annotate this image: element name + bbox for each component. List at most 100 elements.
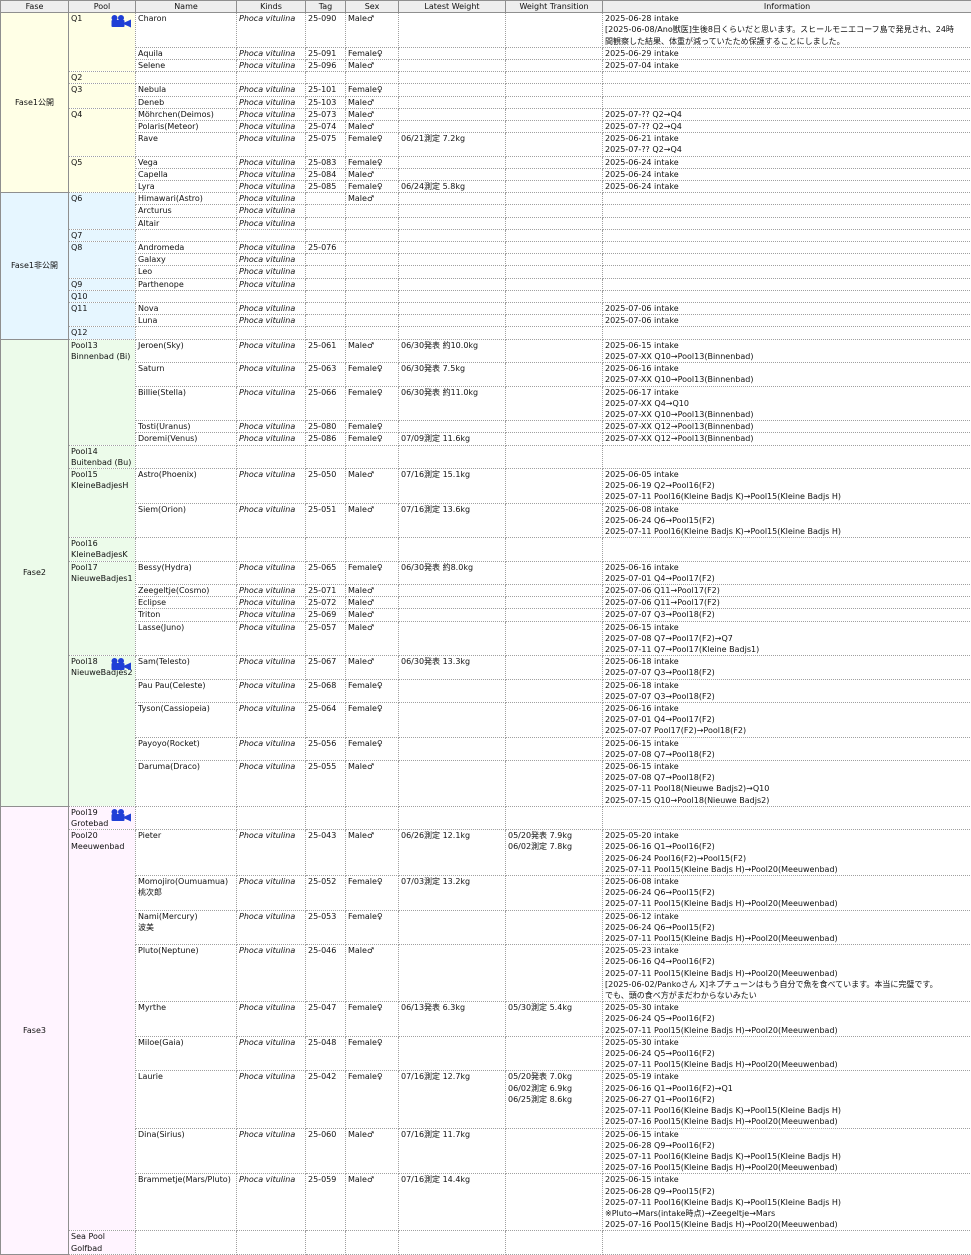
text-line — [605, 218, 969, 229]
tag-cell: 25-042 — [306, 1071, 346, 1128]
latest-weight-cell: 07/16測定 12.7kg — [399, 1071, 506, 1128]
sex-cell: Female♀ — [346, 702, 399, 737]
table-row: Q3NebulaPhoca vitulina25-101Female♀ — [1, 84, 971, 96]
table-row: Doremi(Venus)Phoca vitulina25-086Female♀… — [1, 433, 971, 445]
text-line: Eclipse — [138, 597, 234, 608]
sex-cell: Male♂ — [346, 60, 399, 72]
sex-cell: Female♀ — [346, 679, 399, 702]
latest-weight-cell — [399, 327, 506, 339]
video-camera-icon[interactable] — [110, 14, 132, 28]
fase-cell: Fase1非公開 — [1, 193, 69, 339]
text-line — [605, 84, 969, 95]
sex-cell: Female♀ — [346, 1036, 399, 1071]
weight-transition-cell — [506, 290, 603, 302]
text-line: 2025-07-11 Pool16(Kleine Badjs K)→Pool15… — [605, 1151, 969, 1162]
text-line: Daruma(Draco) — [138, 761, 234, 772]
weight-transition-cell — [506, 386, 603, 421]
text-line: 2025-07-11 Pool15(Kleine Badjs H)→Pool20… — [605, 1059, 969, 1070]
weight-transition-cell: 05/30測定 5.4kg — [506, 1002, 603, 1037]
text-line: Pool15 — [71, 469, 133, 480]
name-cell: Saturn — [136, 363, 237, 386]
text-line: Sea Pool — [71, 1231, 133, 1242]
tag-cell: 25-064 — [306, 702, 346, 737]
text-line: 2025-07-XX Q10→Pool13(Binnenbad) — [605, 351, 969, 362]
latest-weight-cell — [399, 229, 506, 241]
sex-cell: Male♂ — [346, 621, 399, 656]
latest-weight-cell: 06/26測定 12.1kg — [399, 830, 506, 876]
text-line: Lasse(Juno) — [138, 622, 234, 633]
sex-cell — [346, 242, 399, 254]
weight-transition-cell — [506, 421, 603, 433]
name-cell: Pau Pau(Celeste) — [136, 679, 237, 702]
column-header: Kinds — [237, 1, 306, 13]
tag-cell: 25-083 — [306, 156, 346, 168]
text-line — [605, 818, 969, 829]
table-row: TritonPhoca vitulina25-069Male♂ 2025-07-… — [1, 609, 971, 621]
tag-cell — [306, 538, 346, 561]
weight-transition-cell — [506, 1036, 603, 1071]
text-line: 桃次郎 — [138, 887, 234, 898]
kind-cell: Phoca vitulina — [237, 830, 306, 876]
kind-cell: Phoca vitulina — [237, 597, 306, 609]
text-line: 2025-06-24 Q6→Pool15(F2) — [605, 922, 969, 933]
sex-cell: Female♀ — [346, 421, 399, 433]
text-line: 2025-07-08 Q7→Pool18(F2) — [605, 772, 969, 783]
kind-cell: Phoca vitulina — [237, 133, 306, 156]
text-line — [508, 279, 600, 290]
table-row: Fase1公開 Q1 CharonPhoca vitulina25-090Mal… — [1, 13, 971, 48]
text-line: Fase1非公開 — [11, 261, 58, 270]
weight-transition-cell — [506, 156, 603, 168]
text-line: Arcturus — [138, 205, 234, 216]
text-line — [508, 230, 600, 241]
weight-transition-cell — [506, 761, 603, 807]
tag-cell: 25-066 — [306, 386, 346, 421]
text-line: Q3 — [71, 84, 133, 95]
name-cell: Payoyo(Rocket) — [136, 737, 237, 760]
tag-cell — [306, 266, 346, 278]
tag-cell: 25-060 — [306, 1128, 346, 1174]
text-line: 2025-06-16 Q1→Pool16(F2) — [605, 841, 969, 852]
video-camera-icon[interactable] — [110, 808, 132, 822]
video-camera-icon[interactable] — [110, 657, 132, 671]
text-line: 05/20発表 7.0kg — [508, 1071, 600, 1082]
text-line: Golfbad — [71, 1243, 133, 1254]
name-cell: Miloe(Gaia) — [136, 1036, 237, 1071]
text-line: Sam(Telesto) — [138, 656, 234, 667]
text-line: Q7 — [71, 230, 133, 241]
pool-cell: Q1 — [69, 13, 136, 72]
information-cell: 2025-07-04 intake — [603, 60, 971, 72]
information-cell: 2025-07-?? Q2→Q4 — [603, 121, 971, 133]
kind-cell — [237, 538, 306, 561]
name-cell: Momojiro(Oumuamua)桃次郎 — [136, 876, 237, 911]
text-line: Aquila — [138, 48, 234, 59]
weight-transition-cell — [506, 168, 603, 180]
name-cell: Laurie — [136, 1071, 237, 1128]
text-line — [508, 911, 600, 922]
text-line: Zeegeltje(Cosmo) — [138, 585, 234, 596]
text-line — [605, 97, 969, 108]
weight-transition-cell — [506, 445, 603, 468]
tag-cell — [306, 327, 346, 339]
pool-cell: Pool17NieuweBadjes1 — [69, 561, 136, 656]
text-line: 2025-06-15 intake — [605, 1129, 969, 1140]
table-row: Fase3 Pool19Grotebad — [1, 806, 971, 829]
kind-cell: Phoca vitulina — [237, 84, 306, 96]
table-row: LauriePhoca vitulina25-042Female♀07/16測定… — [1, 1071, 971, 1128]
pool-cell: Pool16KleineBadjesK — [69, 538, 136, 561]
tag-cell — [306, 72, 346, 84]
kind-cell: Phoca vitulina — [237, 266, 306, 278]
text-line: Q6 — [71, 193, 133, 204]
table-row: LeoPhoca vitulina — [1, 266, 971, 278]
name-cell: Charon — [136, 13, 237, 48]
column-header: Fase — [1, 1, 69, 13]
tag-cell: 25-055 — [306, 761, 346, 807]
text-line — [508, 266, 600, 277]
sex-cell: Male♂ — [346, 656, 399, 679]
tag-cell: 25-071 — [306, 584, 346, 596]
text-line: Pool20 — [71, 830, 133, 841]
text-line: 2025-07-11 Pool16(Kleine Badjs K)→Pool15… — [605, 526, 969, 537]
weight-transition-cell — [506, 181, 603, 193]
name-cell — [136, 538, 237, 561]
sex-cell — [346, 303, 399, 315]
tag-cell — [306, 303, 346, 315]
